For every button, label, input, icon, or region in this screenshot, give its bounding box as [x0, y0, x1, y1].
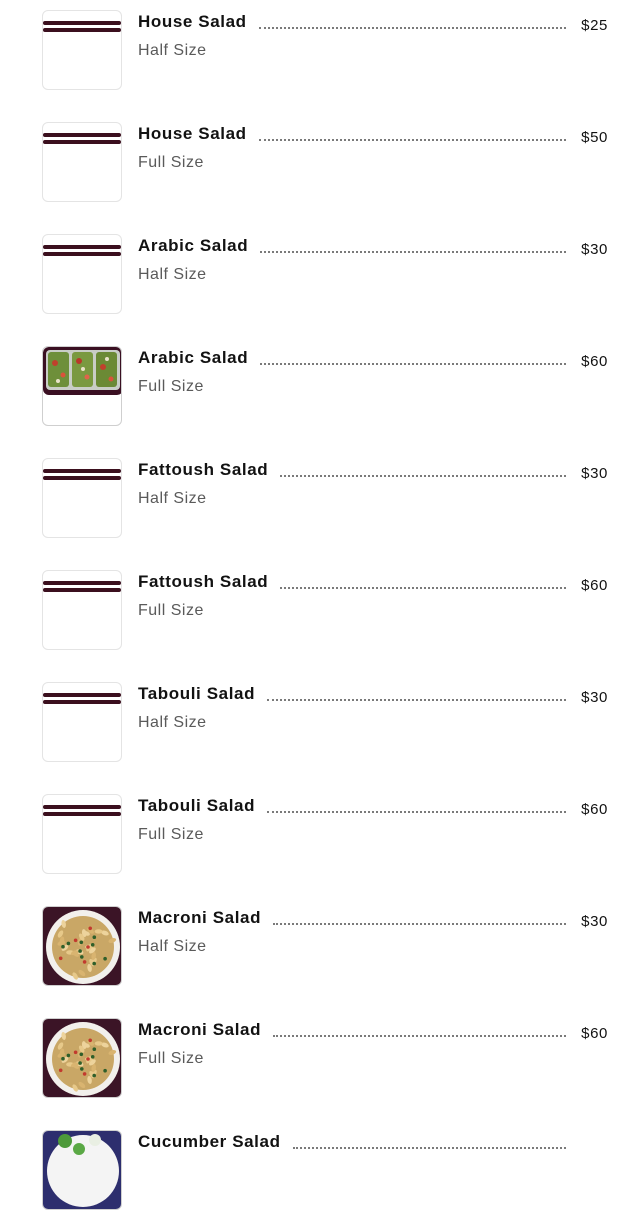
menu-item-size: Half Size	[138, 938, 207, 955]
dotted-leader	[273, 1035, 566, 1037]
menu-item-image[interactable]	[42, 682, 122, 762]
placeholder-bar	[43, 805, 121, 809]
dotted-leader	[259, 27, 566, 29]
placeholder-bar	[43, 140, 121, 144]
menu-item-image[interactable]	[42, 10, 122, 90]
menu-item-name[interactable]: Macroni Salad	[138, 1020, 261, 1040]
menu-item[interactable]: Tabouli Salad Half Size $30	[0, 672, 630, 762]
cucumber-salad-photo-icon	[43, 1131, 121, 1209]
menu-item-name[interactable]: Arabic Salad	[138, 348, 248, 368]
menu-item-image[interactable]	[42, 122, 122, 202]
placeholder-bar	[43, 252, 121, 256]
macaroni-salad-photo-icon	[43, 907, 121, 985]
menu-item-size: Half Size	[138, 714, 207, 731]
menu-item-price: $25	[581, 17, 608, 34]
cucumber-salad-image[interactable]	[42, 1130, 122, 1210]
menu-item-name[interactable]: Tabouli Salad	[138, 796, 255, 816]
menu-item[interactable]: Fattoush Salad Full Size $60	[0, 560, 630, 650]
menu-item-price: $60	[581, 1025, 608, 1042]
menu-item-name[interactable]: Tabouli Salad	[138, 684, 255, 704]
menu-item-name[interactable]: House Salad	[138, 12, 247, 32]
menu-item-size: Half Size	[138, 266, 207, 283]
menu-item-size: Full Size	[138, 602, 204, 619]
menu-item-name[interactable]: Macroni Salad	[138, 908, 261, 928]
dotted-leader	[260, 363, 566, 365]
placeholder-bar	[43, 476, 121, 480]
placeholder-bar	[43, 812, 121, 816]
menu-item-name[interactable]: Arabic Salad	[138, 236, 248, 256]
menu-item[interactable]: House Salad Half Size $25	[0, 0, 630, 90]
placeholder-bar	[43, 21, 121, 25]
menu-item-size: Full Size	[138, 154, 204, 171]
menu-item-size: Full Size	[138, 826, 204, 843]
menu-item[interactable]: Fattoush Salad Half Size $30	[0, 448, 630, 538]
menu-item[interactable]: Cucumber Salad	[0, 1120, 630, 1210]
menu-item[interactable]: Arabic Salad Half Size $30	[0, 224, 630, 314]
menu-item-price: $60	[581, 801, 608, 818]
placeholder-bar	[43, 133, 121, 137]
arabic-salad-image[interactable]	[42, 346, 122, 426]
macaroni-salad-photo-icon	[43, 1019, 121, 1097]
menu-item-image[interactable]	[42, 794, 122, 874]
menu-item-size: Half Size	[138, 490, 207, 507]
placeholder-bar	[43, 245, 121, 249]
menu-item-price: $30	[581, 913, 608, 930]
menu-item-size: Half Size	[138, 42, 207, 59]
menu-item-name[interactable]: Fattoush Salad	[138, 460, 268, 480]
menu-item-image[interactable]	[42, 234, 122, 314]
placeholder-bar	[43, 581, 121, 585]
arabic-salad-photo-icon	[43, 347, 121, 395]
menu-item[interactable]: Tabouli Salad Full Size $60	[0, 784, 630, 874]
dotted-leader	[260, 251, 566, 253]
dotted-leader	[273, 923, 566, 925]
menu-item[interactable]: Arabic Salad Full Size $60	[0, 336, 630, 426]
dotted-leader	[267, 811, 566, 813]
menu-item-size: Full Size	[138, 378, 204, 395]
dotted-leader	[259, 139, 566, 141]
menu-item-image[interactable]	[42, 458, 122, 538]
menu-item-image[interactable]	[42, 570, 122, 650]
menu-item-price: $30	[581, 241, 608, 258]
menu-item-size: Full Size	[138, 1050, 204, 1067]
menu-item-price: $60	[581, 353, 608, 370]
menu-item-price: $30	[581, 689, 608, 706]
menu-item[interactable]: House Salad Full Size $50	[0, 112, 630, 202]
dotted-leader	[293, 1147, 566, 1149]
placeholder-bar	[43, 469, 121, 473]
menu-item-price: $30	[581, 465, 608, 482]
macaroni-salad-image[interactable]	[42, 1018, 122, 1098]
menu-item-price: $60	[581, 577, 608, 594]
macaroni-salad-image[interactable]	[42, 906, 122, 986]
dotted-leader	[280, 475, 566, 477]
dotted-leader	[280, 587, 566, 589]
menu-item-name[interactable]: House Salad	[138, 124, 247, 144]
placeholder-bar	[43, 693, 121, 697]
placeholder-bar	[43, 588, 121, 592]
menu-item[interactable]: Macroni Salad Half Size $30	[0, 896, 630, 986]
placeholder-bar	[43, 700, 121, 704]
dotted-leader	[267, 699, 566, 701]
menu-item[interactable]: Macroni Salad Full Size $60	[0, 1008, 630, 1098]
menu-item-name[interactable]: Cucumber Salad	[138, 1132, 281, 1152]
menu-item-price: $50	[581, 129, 608, 146]
placeholder-bar	[43, 28, 121, 32]
menu-item-name[interactable]: Fattoush Salad	[138, 572, 268, 592]
